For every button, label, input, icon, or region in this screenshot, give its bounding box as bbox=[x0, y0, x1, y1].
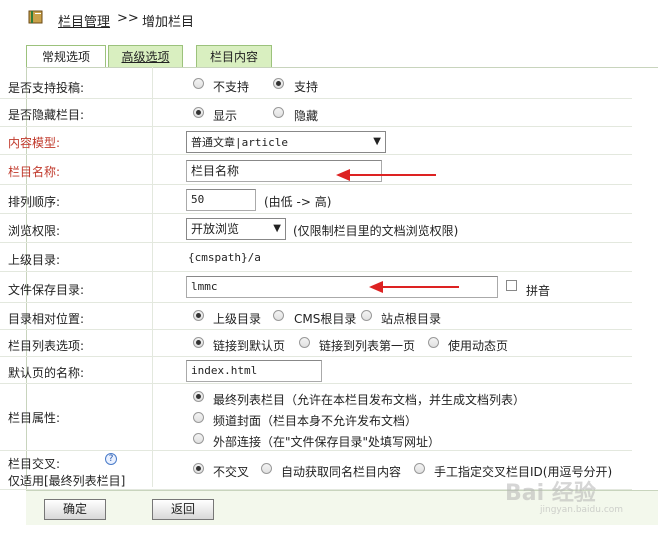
watermark-logo: Bai 经验 bbox=[505, 481, 596, 506]
watermark-url: jingyan.baidu.com bbox=[540, 505, 624, 515]
show-radio[interactable] bbox=[193, 107, 204, 118]
breadcrumb-current: 增加栏目 bbox=[142, 15, 195, 30]
relpos-label: 目录相对位置: bbox=[8, 312, 85, 326]
back-button[interactable]: 返回 bbox=[152, 499, 214, 520]
perm-label: 浏览权限: bbox=[8, 224, 61, 238]
list-first-label: 链接到列表第一页 bbox=[319, 339, 416, 353]
relpos-site-radio[interactable] bbox=[361, 310, 372, 321]
row-listopt: 栏目列表选项: bbox=[0, 330, 632, 357]
attr-final-radio[interactable] bbox=[193, 391, 204, 402]
relpos-parent-label: 上级目录 bbox=[213, 312, 262, 326]
attr-label: 栏目属性: bbox=[8, 411, 61, 425]
ok-button[interactable]: 确定 bbox=[44, 499, 106, 520]
browse-permission-select[interactable]: 开放浏览 ▼ bbox=[186, 218, 286, 240]
book-icon bbox=[28, 10, 43, 24]
category-name-input[interactable]: 栏目名称 bbox=[186, 160, 382, 182]
perm-hint: (仅限制栏目里的文档浏览权限) bbox=[293, 224, 459, 238]
row-parent: 上级目录: bbox=[0, 243, 632, 272]
cross-manual-radio[interactable] bbox=[414, 463, 425, 474]
tab-general[interactable]: 常规选项 bbox=[26, 45, 106, 68]
cross-none-label: 不交叉 bbox=[213, 465, 250, 479]
relpos-cms-radio[interactable] bbox=[273, 310, 284, 321]
annotation-arrow-line bbox=[350, 174, 436, 176]
pinyin-checkbox[interactable] bbox=[506, 280, 517, 291]
cross-sublabel: 仅适用[最终列表栏目] bbox=[8, 474, 126, 488]
hide-radio[interactable] bbox=[273, 107, 284, 118]
defpage-label: 默认页的名称: bbox=[8, 366, 85, 380]
tab-content[interactable]: 栏目内容 bbox=[196, 45, 272, 67]
breadcrumb-separator: >> bbox=[117, 11, 139, 26]
attr-channel-label: 频道封面（栏目本身不允许发布文档） bbox=[213, 414, 418, 428]
name-label: 栏目名称: bbox=[8, 165, 61, 179]
help-icon[interactable]: ? bbox=[105, 453, 117, 465]
annotation-arrow-line bbox=[383, 286, 459, 288]
cross-auto-radio[interactable] bbox=[261, 463, 272, 474]
hidden-label: 是否隐藏栏目: bbox=[8, 108, 85, 122]
relpos-site-label: 站点根目录 bbox=[381, 312, 442, 326]
order-hint: (由低 -> 高) bbox=[264, 195, 332, 209]
annotation-arrow-icon bbox=[369, 281, 383, 293]
breadcrumb-link-section[interactable]: 栏目管理 bbox=[58, 11, 110, 30]
list-default-radio[interactable] bbox=[193, 337, 204, 348]
default-page-input[interactable]: index.html bbox=[186, 360, 322, 382]
hide-label: 隐藏 bbox=[294, 109, 319, 123]
chevron-down-icon: ▼ bbox=[273, 223, 281, 234]
parent-dir-value: {cmspath}/a bbox=[188, 251, 261, 264]
browse-permission-value: 开放浏览 bbox=[191, 222, 240, 236]
cross-label: 栏目交叉: bbox=[8, 457, 61, 471]
order-label: 排列顺序: bbox=[8, 195, 61, 209]
cross-none-radio[interactable] bbox=[193, 463, 204, 474]
submit-no-label: 不支持 bbox=[213, 80, 250, 94]
attr-external-radio[interactable] bbox=[193, 433, 204, 444]
listopt-label: 栏目列表选项: bbox=[8, 339, 85, 353]
model-label: 内容模型: bbox=[8, 136, 61, 150]
chevron-down-icon: ▼ bbox=[373, 136, 381, 147]
breadcrumb: 栏目管理 >> 增加栏目 bbox=[0, 0, 658, 38]
list-dynamic-radio[interactable] bbox=[428, 337, 439, 348]
submit-yes-label: 支持 bbox=[294, 80, 319, 94]
tab-advanced[interactable]: 高级选项 bbox=[108, 45, 183, 67]
attr-channel-radio[interactable] bbox=[193, 412, 204, 423]
dir-label: 文件保存目录: bbox=[8, 283, 85, 297]
parent-label: 上级目录: bbox=[8, 253, 61, 267]
submit-no-radio[interactable] bbox=[193, 78, 204, 89]
annotation-arrow-icon bbox=[336, 169, 350, 181]
attr-external-label: 外部连接（在"文件保存目录"处填写网址） bbox=[213, 435, 441, 449]
list-default-label: 链接到默认页 bbox=[213, 339, 286, 353]
submit-label: 是否支持投稿: bbox=[8, 81, 85, 95]
content-model-select[interactable]: 普通文章|article ▼ bbox=[186, 131, 386, 153]
sort-order-input[interactable]: 50 bbox=[186, 189, 256, 211]
attr-final-label: 最终列表栏目（允许在本栏目发布文档，并生成文档列表） bbox=[213, 393, 526, 407]
list-first-radio[interactable] bbox=[299, 337, 310, 348]
pinyin-label: 拼音 bbox=[526, 284, 551, 298]
show-label: 显示 bbox=[213, 109, 238, 123]
content-model-value: 普通文章|article bbox=[191, 136, 288, 149]
cross-auto-label: 自动获取同名栏目内容 bbox=[281, 465, 402, 479]
relpos-parent-radio[interactable] bbox=[193, 310, 204, 321]
relpos-cms-label: CMS根目录 bbox=[294, 312, 357, 326]
submit-yes-radio[interactable] bbox=[273, 78, 284, 89]
list-dynamic-label: 使用动态页 bbox=[448, 339, 509, 353]
